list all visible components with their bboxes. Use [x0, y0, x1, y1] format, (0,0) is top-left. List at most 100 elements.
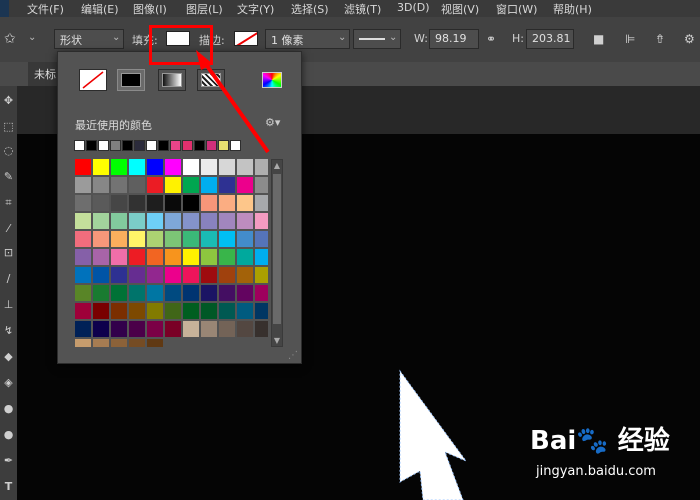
color-swatch[interactable]: [237, 285, 253, 301]
color-swatch[interactable]: [219, 303, 235, 319]
color-swatch[interactable]: [93, 231, 109, 247]
menu-type[interactable]: 文字(Y): [237, 1, 274, 17]
resize-grip-icon[interactable]: ⋰: [288, 350, 298, 361]
menu-help[interactable]: 帮助(H): [553, 1, 592, 17]
tool-preset-icon[interactable]: ✩: [4, 31, 16, 47]
color-swatch[interactable]: [147, 285, 163, 301]
color-swatch[interactable]: [165, 321, 181, 337]
width-field[interactable]: 98.19: [429, 29, 479, 49]
color-swatch[interactable]: [255, 249, 268, 265]
color-swatch[interactable]: [111, 267, 127, 283]
color-swatch[interactable]: [237, 213, 253, 229]
color-swatch[interactable]: [147, 195, 163, 211]
color-swatch[interactable]: [255, 195, 268, 211]
color-swatch[interactable]: [219, 195, 235, 211]
color-swatch[interactable]: [147, 159, 163, 175]
color-swatch[interactable]: [183, 231, 199, 247]
menu-3d[interactable]: 3D(D): [397, 1, 430, 14]
stroke-color-swatch[interactable]: [234, 31, 258, 46]
color-swatch[interactable]: [255, 267, 268, 283]
color-swatch[interactable]: [75, 249, 91, 265]
lasso-tool-icon[interactable]: ◌: [2, 144, 15, 157]
stamp-tool-icon[interactable]: ⊥: [2, 298, 15, 311]
dodge-tool-icon[interactable]: ●: [2, 428, 15, 441]
color-swatch[interactable]: [75, 159, 91, 175]
color-swatch[interactable]: [93, 213, 109, 229]
color-swatch[interactable]: [237, 177, 253, 193]
color-swatch[interactable]: [75, 177, 91, 193]
color-swatch[interactable]: [219, 321, 235, 337]
color-swatch[interactable]: [183, 213, 199, 229]
solid-color-button[interactable]: [117, 69, 145, 91]
color-swatch[interactable]: [165, 249, 181, 265]
color-swatch[interactable]: [75, 231, 91, 247]
color-swatch[interactable]: [129, 231, 145, 247]
brush-tool-icon[interactable]: ∕: [2, 272, 15, 285]
color-swatch[interactable]: [111, 321, 127, 337]
color-swatch[interactable]: [219, 213, 235, 229]
color-swatch[interactable]: [75, 267, 91, 283]
color-swatch[interactable]: [165, 177, 181, 193]
color-swatch[interactable]: [237, 321, 253, 337]
menu-file[interactable]: 文件(F): [27, 1, 64, 17]
color-swatch[interactable]: [255, 231, 268, 247]
color-swatch[interactable]: [111, 177, 127, 193]
color-swatch[interactable]: [183, 303, 199, 319]
color-swatch[interactable]: [129, 303, 145, 319]
settings-gear-icon[interactable]: ⚙: [684, 32, 695, 46]
recent-color-swatch[interactable]: [206, 140, 217, 151]
recent-color-swatch[interactable]: [146, 140, 157, 151]
eyedropper-tool-icon[interactable]: ⁄: [2, 222, 15, 235]
color-swatch[interactable]: [147, 177, 163, 193]
menu-image[interactable]: 图像(I): [133, 1, 167, 17]
color-swatch[interactable]: [165, 159, 181, 175]
color-swatch[interactable]: [93, 321, 109, 337]
settings-gear-icon[interactable]: ⚙▾: [265, 116, 280, 129]
color-swatch[interactable]: [219, 177, 235, 193]
history-brush-tool-icon[interactable]: ↯: [2, 324, 15, 337]
color-swatch[interactable]: [201, 321, 217, 337]
color-swatch[interactable]: [183, 321, 199, 337]
recent-color-swatch[interactable]: [182, 140, 193, 151]
color-picker-icon[interactable]: [262, 72, 282, 88]
menu-window[interactable]: 窗口(W): [496, 1, 537, 17]
color-swatch[interactable]: [165, 213, 181, 229]
scroll-down-icon[interactable]: ▼: [272, 336, 282, 345]
height-field[interactable]: 203.81: [526, 29, 574, 49]
color-swatch[interactable]: [111, 303, 127, 319]
color-swatch[interactable]: [129, 285, 145, 301]
recent-color-swatch[interactable]: [170, 140, 181, 151]
color-swatch[interactable]: [219, 159, 235, 175]
color-swatch[interactable]: [201, 231, 217, 247]
color-swatch[interactable]: [111, 159, 127, 175]
frame-tool-icon[interactable]: ⊡: [2, 246, 15, 259]
scroll-up-icon[interactable]: ▲: [272, 161, 282, 170]
recent-color-swatch[interactable]: [74, 140, 85, 151]
move-tool-icon[interactable]: ✥: [2, 94, 15, 107]
color-swatch[interactable]: [129, 213, 145, 229]
color-swatch[interactable]: [93, 339, 109, 347]
color-swatch[interactable]: [129, 195, 145, 211]
scroll-thumb[interactable]: [273, 174, 281, 324]
color-swatch[interactable]: [147, 303, 163, 319]
color-swatch[interactable]: [237, 303, 253, 319]
color-swatch[interactable]: [147, 213, 163, 229]
color-swatch[interactable]: [219, 249, 235, 265]
color-swatch[interactable]: [237, 267, 253, 283]
recent-color-swatch[interactable]: [98, 140, 109, 151]
recent-color-swatch[interactable]: [194, 140, 205, 151]
color-swatch[interactable]: [237, 231, 253, 247]
color-swatch[interactable]: [237, 249, 253, 265]
color-swatch[interactable]: [183, 177, 199, 193]
color-swatch[interactable]: [129, 177, 145, 193]
color-swatch[interactable]: [237, 159, 253, 175]
path-alignment-icon[interactable]: ⊫: [625, 32, 635, 46]
color-swatch[interactable]: [165, 267, 181, 283]
color-swatch[interactable]: [201, 213, 217, 229]
color-swatch[interactable]: [201, 159, 217, 175]
recent-color-swatch[interactable]: [122, 140, 133, 151]
color-swatch[interactable]: [75, 321, 91, 337]
color-swatch[interactable]: [183, 195, 199, 211]
color-swatch[interactable]: [219, 231, 235, 247]
color-swatch[interactable]: [201, 285, 217, 301]
